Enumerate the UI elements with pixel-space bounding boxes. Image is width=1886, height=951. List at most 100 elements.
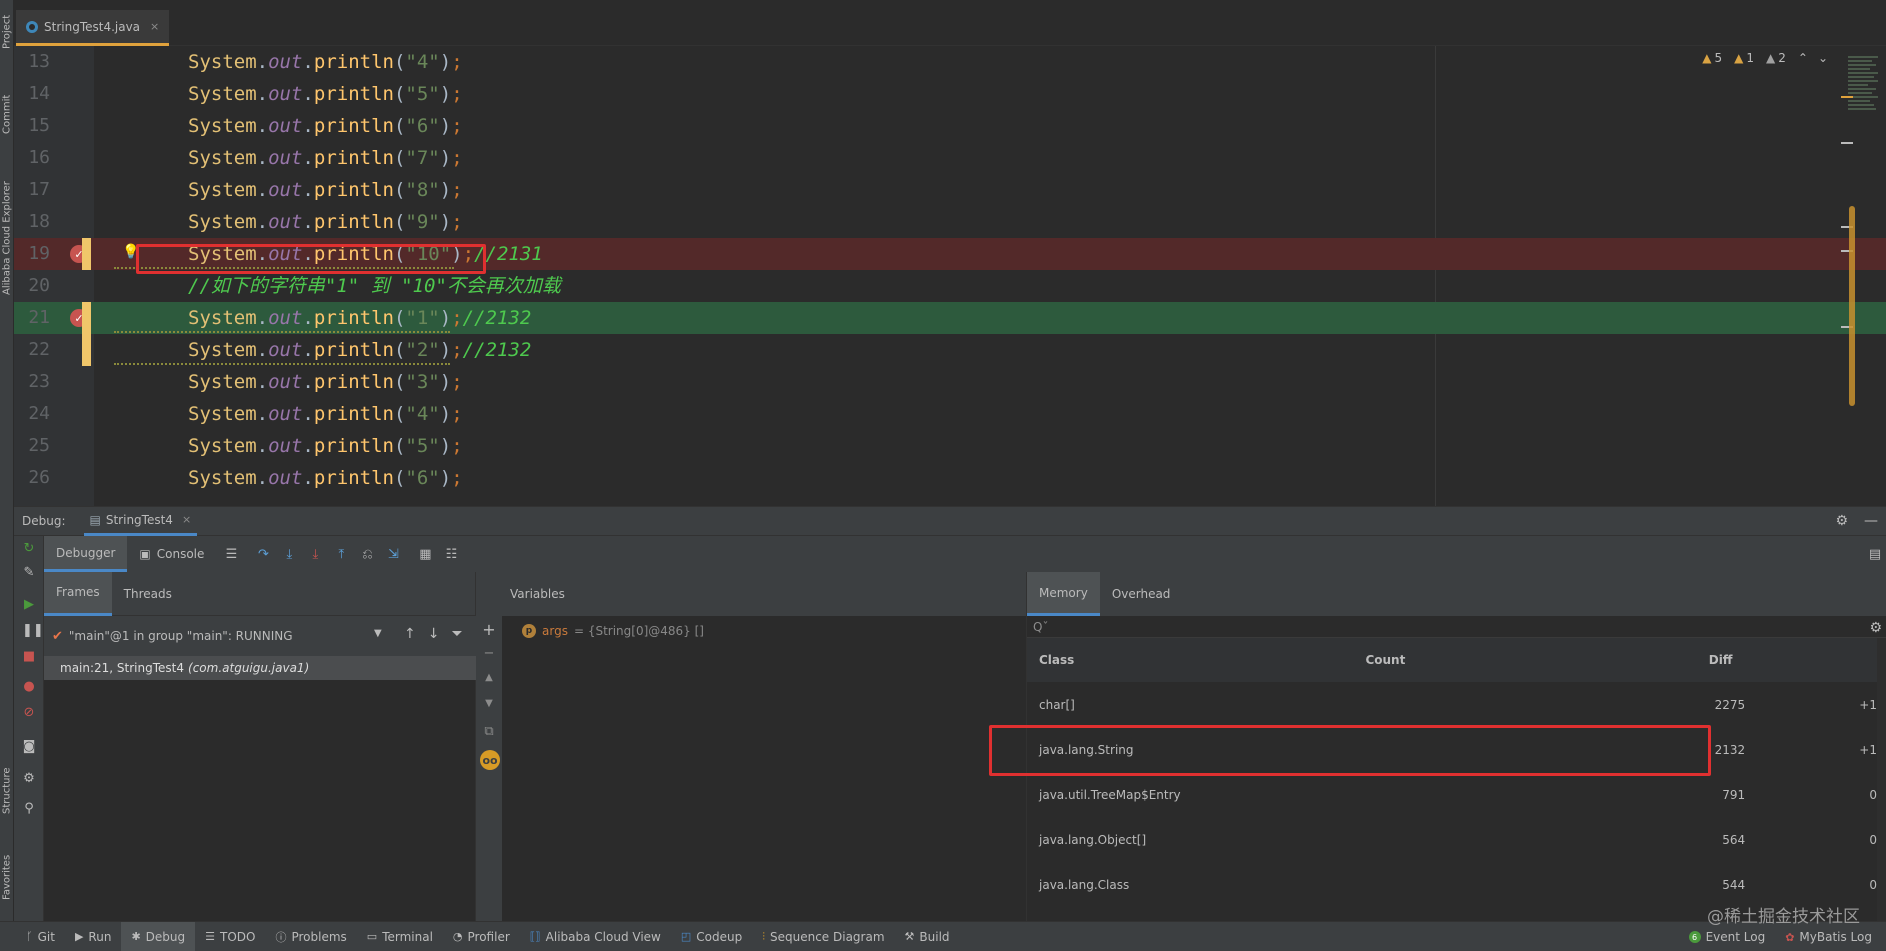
mute-breakpoints-icon[interactable]: ⊘ xyxy=(22,706,36,720)
code-line[interactable]: 21 ✓ System.out.println("1");//2132 xyxy=(14,302,1886,334)
code-line[interactable]: 14 System.out.println("5"); xyxy=(14,78,1886,110)
editor-scrollbar[interactable] xyxy=(1849,206,1855,406)
line-number[interactable]: 15 xyxy=(14,110,50,142)
glasses-icon[interactable]: oo xyxy=(480,750,500,770)
code-editor[interactable]: 13 System.out.println("4"); 14 System.out.p… xyxy=(14,46,1886,506)
lightbulb-icon[interactable]: 💡 xyxy=(122,244,139,260)
status-run[interactable]: ▶ Run xyxy=(65,922,121,951)
debug-session-tab[interactable]: ▤ StringTest4 × xyxy=(83,506,198,536)
pin-icon[interactable]: ⚲ xyxy=(22,802,36,816)
close-icon[interactable]: × xyxy=(150,20,159,33)
gear-icon[interactable]: ⚙ xyxy=(1835,513,1848,529)
editor-tab-stringtest4[interactable]: StringTest4.java × xyxy=(16,10,170,46)
column-header-diff[interactable]: Diff xyxy=(1709,653,1877,667)
code-line[interactable]: 24 System.out.println("4"); xyxy=(14,398,1886,430)
restore-layout-icon[interactable]: ▤ xyxy=(1864,543,1886,565)
line-number[interactable]: 17 xyxy=(14,174,50,206)
chevron-down-icon[interactable]: ▼ xyxy=(374,628,382,639)
view-breakpoints-icon[interactable]: ● xyxy=(22,680,36,694)
run-to-cursor-icon[interactable]: ⇲ xyxy=(382,543,404,565)
code-line[interactable]: 20 //如下的字符串"1" 到 "10"不会再次加载 xyxy=(14,270,1886,302)
status-git[interactable]: ᚴ Git xyxy=(16,922,65,951)
remove-watch-icon[interactable]: − xyxy=(482,646,496,661)
force-step-into-icon[interactable]: ⤓ xyxy=(304,543,326,565)
status-codeup[interactable]: ◰ Codeup xyxy=(671,922,752,951)
table-row[interactable]: java.util.TreeMap$Entry 791 0 xyxy=(1027,772,1877,817)
status-sequence-diagram[interactable]: ⫶ Sequence Diagram xyxy=(752,922,894,951)
line-number[interactable]: 18 xyxy=(14,206,50,238)
code-line[interactable]: 26 System.out.println("6"); xyxy=(14,462,1886,494)
vcs-change-marker[interactable] xyxy=(82,238,91,270)
code-line[interactable]: 25 System.out.println("5"); xyxy=(14,430,1886,462)
code-line[interactable]: 16 System.out.println("7"); xyxy=(14,142,1886,174)
status-debug[interactable]: ✱ Debug xyxy=(121,921,196,951)
code-line[interactable]: 22 System.out.println("2");//2132 xyxy=(14,334,1886,366)
tool-tab-favorites[interactable]: Favorites xyxy=(0,842,14,912)
warning-count-b[interactable]: ▲ 1 xyxy=(1734,51,1754,65)
table-row[interactable]: char[] 2275 +1 xyxy=(1027,682,1877,727)
move-up-icon[interactable]: ▲ xyxy=(482,672,496,683)
tab-debugger[interactable]: Debugger xyxy=(44,536,128,572)
move-down-icon[interactable]: ▼ xyxy=(482,698,496,709)
stop-icon[interactable]: ■ xyxy=(22,650,36,664)
status-build[interactable]: ⚒ Build xyxy=(895,922,960,951)
evaluate-expression-icon[interactable]: ▦ xyxy=(414,543,436,565)
trace-stream-icon[interactable]: ☷ xyxy=(440,543,462,565)
code-line[interactable]: 19 ✓ 💡 System.out.println("10");//2131 xyxy=(14,238,1886,270)
copy-icon[interactable]: ⧉ xyxy=(482,724,496,739)
vcs-change-marker[interactable] xyxy=(82,334,91,366)
gear-icon[interactable]: ⚙ xyxy=(1869,620,1882,636)
status-todo[interactable]: ☰ TODO xyxy=(195,922,265,951)
settings-icon[interactable]: ⚙ xyxy=(22,772,36,786)
wrench-icon[interactable]: ✎ xyxy=(22,566,36,580)
tab-threads[interactable]: Threads xyxy=(112,572,184,616)
memory-search-input[interactable]: Qˇ xyxy=(1027,616,1886,638)
line-number[interactable]: 20 xyxy=(14,270,50,302)
step-over-icon[interactable]: ↷ xyxy=(252,543,274,565)
table-row[interactable]: java.lang.Class 544 0 xyxy=(1027,862,1877,907)
stack-frame-item[interactable]: main:21, StringTest4 (com.atguigu.java1) xyxy=(44,656,476,680)
minimize-icon[interactable]: — xyxy=(1864,513,1878,529)
minimap[interactable] xyxy=(1848,56,1882,166)
table-row[interactable]: java.lang.Object[] 564 0 xyxy=(1027,817,1877,862)
line-number[interactable]: 24 xyxy=(14,398,50,430)
layout-menu-icon[interactable]: ☰ xyxy=(220,543,242,565)
chevron-up-icon[interactable]: ⌃ xyxy=(1798,51,1808,65)
drop-frame-icon[interactable]: ⎌ xyxy=(356,543,378,565)
line-number[interactable]: 21 xyxy=(14,302,50,334)
tool-tab-project[interactable]: Project xyxy=(0,4,14,60)
rerun-icon[interactable]: ↻ xyxy=(22,542,36,556)
arrow-down-icon[interactable]: ↓ xyxy=(428,626,440,642)
line-number[interactable]: 16 xyxy=(14,142,50,174)
tab-frames[interactable]: Frames xyxy=(44,571,112,616)
pause-icon[interactable]: ❚❚ xyxy=(22,624,44,638)
thread-selector[interactable]: ✔ "main"@1 in group "main": RUNNING ▼ ↑ … xyxy=(44,616,476,656)
chevron-down-icon[interactable]: ⌄ xyxy=(1818,51,1828,65)
status-alibaba-cloud-view[interactable]: ⟦⟧ Alibaba Cloud View xyxy=(520,922,671,951)
line-number[interactable]: 22 xyxy=(14,334,50,366)
status-problems[interactable]: ⓘ Problems xyxy=(265,922,356,951)
tool-tab-alibaba-cloud-explorer[interactable]: Alibaba Cloud Explorer xyxy=(0,168,14,308)
warning-count-c[interactable]: ▲ 2 xyxy=(1766,51,1786,65)
step-out-icon[interactable]: ⤒ xyxy=(330,543,352,565)
tab-memory[interactable]: Memory xyxy=(1027,572,1100,616)
error-stripe-mark[interactable] xyxy=(1841,96,1853,98)
line-number[interactable]: 23 xyxy=(14,366,50,398)
line-number[interactable]: 14 xyxy=(14,78,50,110)
line-number[interactable]: 25 xyxy=(14,430,50,462)
code-line[interactable]: 17 System.out.println("8"); xyxy=(14,174,1886,206)
tab-overhead[interactable]: Overhead xyxy=(1100,572,1183,616)
code-line[interactable]: 15 System.out.println("6"); xyxy=(14,110,1886,142)
column-header-count[interactable]: Count xyxy=(1365,653,1708,667)
line-number[interactable]: 13 xyxy=(14,46,50,78)
camera-icon[interactable]: ◙ xyxy=(22,740,36,754)
step-into-icon[interactable]: ⤓ xyxy=(278,543,300,565)
code-line[interactable]: 23 System.out.println("3"); xyxy=(14,366,1886,398)
status-profiler[interactable]: ◔ Profiler xyxy=(443,922,520,951)
tab-console[interactable]: ▣ Console xyxy=(127,536,216,572)
close-icon[interactable]: × xyxy=(182,513,191,526)
vcs-change-marker[interactable] xyxy=(82,302,91,334)
filter-icon[interactable]: ⏷ xyxy=(451,626,462,642)
column-header-class[interactable]: Class xyxy=(1027,653,1365,667)
inspection-widget[interactable]: ▲ 5 ▲ 1 ▲ 2 ⌃ ⌄ xyxy=(1702,51,1828,65)
